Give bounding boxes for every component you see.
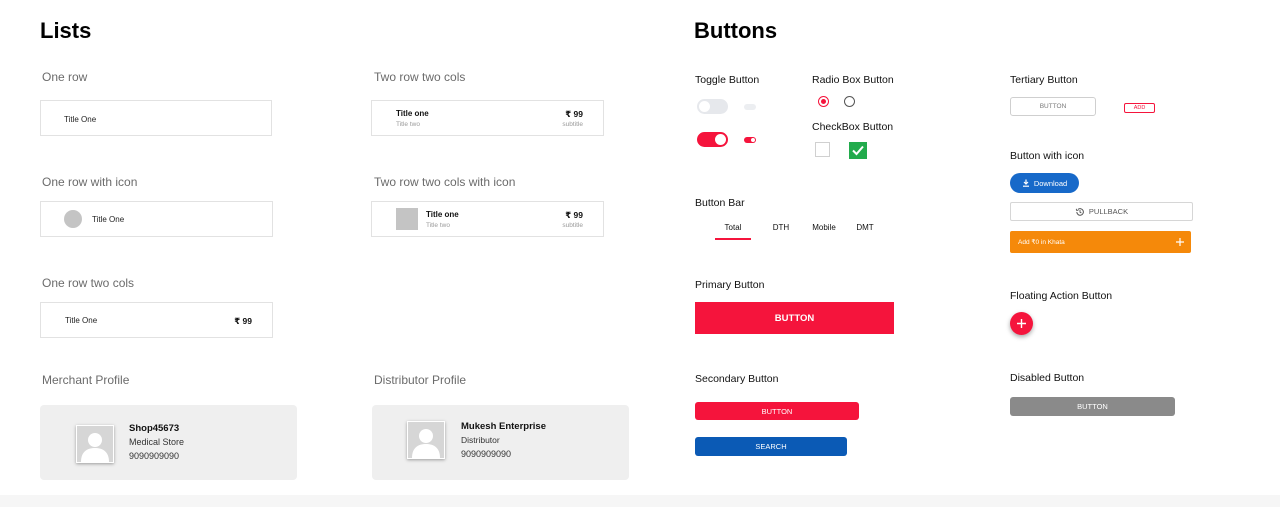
secondary-red-button[interactable]: BUTTON [695, 402, 859, 420]
lists-title: Lists [40, 18, 92, 43]
toggle-off-large[interactable] [697, 99, 728, 114]
tertiary-button-label: Tertiary Button [1010, 74, 1078, 86]
item-price: ₹ 99 [565, 210, 583, 220]
item-subtitle: Title two [426, 222, 450, 229]
bottom-divider [0, 495, 1280, 507]
toggle-knob [699, 101, 710, 112]
pullback-button[interactable]: PULLBACK [1010, 202, 1193, 221]
merchant-profile-card[interactable]: Shop45673 Medical Store 9090909090 [40, 405, 297, 480]
button-with-icon-label: Button with icon [1010, 150, 1085, 162]
two-row-two-cols-icon-list-item[interactable]: Title one Title two ₹ 99 subtitle [371, 201, 604, 237]
item-price-subtitle: subtitle [562, 222, 583, 229]
distributor-phone: 9090909090 [461, 449, 512, 459]
merchant-profile-label: Merchant Profile [42, 373, 130, 387]
two-row-two-cols-label: Two row two cols [374, 70, 466, 84]
one-row-icon-item-title: Title One [92, 215, 125, 224]
secondary-red-text: BUTTON [761, 406, 793, 416]
tab-dmt[interactable]: DMT [849, 223, 881, 232]
tab-total[interactable]: Total [716, 223, 750, 232]
toggle-off-small[interactable] [744, 104, 756, 110]
primary-button[interactable]: BUTTON [695, 302, 894, 334]
avatar-icon [76, 425, 114, 463]
distributor-type: Distributor [461, 435, 500, 445]
one-row-list-item[interactable]: Title One [40, 100, 272, 136]
merchant-type: Medical Store [129, 437, 185, 447]
tab-dth[interactable]: DTH [765, 223, 797, 232]
one-row-item-title: Title One [64, 115, 97, 124]
square-placeholder-icon [396, 208, 418, 230]
two-row-two-cols-list-item[interactable]: Title one Title two ₹ 99 subtitle [371, 100, 604, 136]
radio-box-label: Radio Box Button [812, 74, 894, 86]
one-row-icon-list-item[interactable]: Title One [40, 201, 273, 237]
toggle-knob [715, 134, 726, 145]
distributor-name: Mukesh Enterprise [461, 421, 546, 432]
plus-icon [1176, 238, 1184, 246]
toggle-on-large[interactable] [697, 132, 728, 147]
toggle-button-label: Toggle Button [695, 74, 760, 86]
pullback-button-text: PULLBACK [1088, 207, 1129, 216]
one-row-label: One row [42, 70, 88, 84]
item-price-subtitle: subtitle [562, 121, 583, 128]
tertiary-button-text: BUTTON [1039, 103, 1067, 110]
distributor-profile-card[interactable]: Mukesh Enterprise Distributor 9090909090 [372, 405, 629, 480]
circle-placeholder-icon [64, 210, 82, 228]
one-row-two-cols-price: ₹ 99 [234, 316, 252, 326]
button-bar-label: Button Bar [695, 197, 745, 209]
add-khata-button[interactable]: Add ₹0 in Khata [1010, 231, 1191, 253]
download-button[interactable]: Download [1010, 173, 1079, 193]
plus-icon [1017, 319, 1026, 328]
radio-dot [821, 99, 826, 104]
primary-button-text: BUTTON [774, 312, 815, 324]
toggle-on-small[interactable] [744, 137, 756, 143]
active-tab-underline [715, 238, 751, 240]
one-row-two-cols-item-title: Title One [65, 316, 98, 325]
search-button[interactable]: SEARCH [695, 437, 847, 456]
add-small-button[interactable]: ADD [1124, 103, 1155, 113]
secondary-button-label: Secondary Button [695, 373, 779, 385]
buttons-title: Buttons [694, 18, 778, 43]
fab-label: Floating Action Button [1010, 290, 1113, 302]
search-button-text: SEARCH [755, 442, 787, 451]
tertiary-button[interactable]: BUTTON [1010, 97, 1096, 116]
item-title: Title one [396, 109, 429, 118]
disabled-button-label: Disabled Button [1010, 372, 1085, 384]
disabled-button: BUTTON [1010, 397, 1175, 416]
distributor-profile-label: Distributor Profile [374, 373, 467, 387]
one-row-two-cols-label: One row two cols [42, 276, 135, 290]
disabled-button-text: BUTTON [1077, 402, 1108, 411]
one-row-two-cols-list-item[interactable]: Title One ₹ 99 [40, 302, 273, 338]
radio-selected[interactable] [818, 96, 829, 107]
primary-button-label: Primary Button [695, 279, 765, 291]
item-price: ₹ 99 [565, 109, 583, 119]
item-subtitle: Title two [396, 121, 420, 128]
radio-unselected[interactable] [844, 96, 855, 107]
add-button-text: ADD [1133, 105, 1146, 111]
toggle-knob [751, 138, 755, 142]
merchant-name: Shop45673 [129, 423, 180, 434]
history-icon [1075, 207, 1084, 216]
add-khata-text: Add ₹0 in Khata [1018, 239, 1065, 246]
checkbox-unchecked[interactable] [815, 142, 830, 157]
floating-action-button[interactable] [1010, 312, 1033, 335]
item-title: Title one [426, 210, 459, 219]
download-icon [1022, 179, 1029, 187]
checkbox-checked[interactable] [849, 142, 867, 159]
checkbox-label: CheckBox Button [812, 121, 894, 133]
merchant-phone: 9090909090 [129, 451, 180, 461]
check-icon [852, 145, 864, 156]
two-row-two-cols-icon-label: Two row two cols with icon [374, 175, 516, 189]
one-row-icon-label: One row with icon [42, 175, 138, 189]
tab-mobile[interactable]: Mobile [808, 223, 840, 232]
avatar-icon [407, 421, 445, 459]
download-button-text: Download [1033, 178, 1068, 188]
